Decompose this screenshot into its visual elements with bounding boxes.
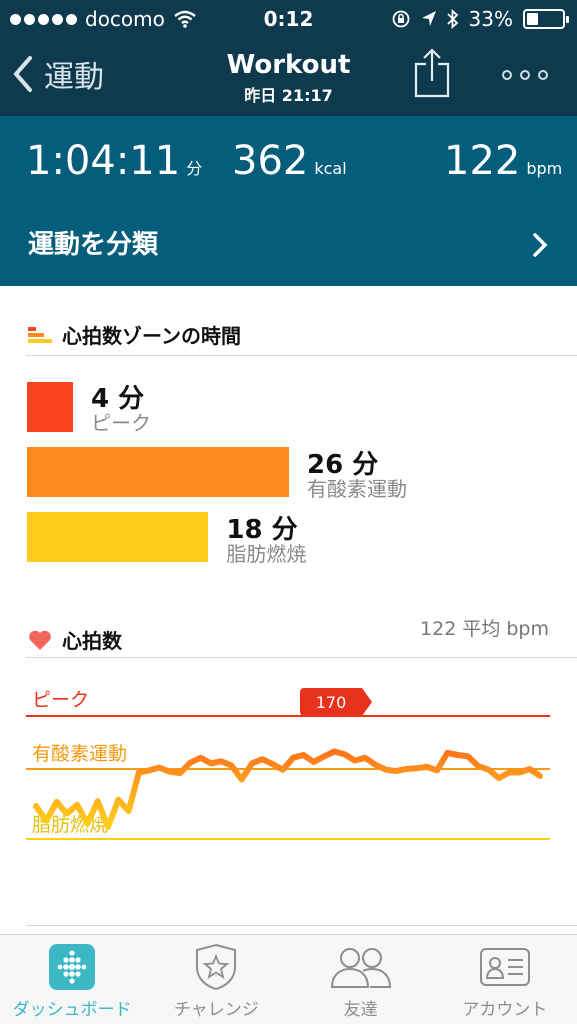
average-heart-rate: 122 平均 bpm	[420, 618, 549, 640]
max-heart-rate-value: 170	[316, 693, 347, 712]
zone-label-cardio: 有酸素運動	[307, 477, 407, 501]
heart-rate-value: 122	[444, 138, 521, 184]
orientation-lock-icon	[392, 10, 409, 28]
calories-stat: 362 kcal	[232, 138, 347, 184]
location-icon	[421, 11, 436, 26]
heart-rate-title: 心拍数	[28, 625, 122, 654]
zone-label-peak: ピーク	[91, 411, 151, 435]
duration-value: 1:04:11	[26, 138, 181, 184]
duration-stat: 1:04:11 分	[26, 138, 202, 184]
heart-rate-unit: bpm	[526, 159, 563, 178]
heart-rate-chart: ピーク 有酸素運動 脂肪燃焼 170	[26, 688, 550, 840]
tab-label-account: アカウント	[462, 1000, 548, 1020]
friends-icon	[330, 948, 391, 988]
zones-title: 心拍数ゾーンの時間	[28, 320, 241, 349]
zones-title-text: 心拍数ゾーンの時間	[62, 324, 241, 348]
page-title: Workout 昨日 21:17	[0, 50, 577, 106]
tab-challenges[interactable]: チャレンジ	[144, 935, 288, 1024]
title-text: Workout	[226, 50, 351, 80]
tab-label-challenges: チャレンジ	[173, 1000, 259, 1020]
tab-account[interactable]: アカウント	[433, 935, 577, 1024]
heart-rate-stat: 122 bpm	[444, 138, 562, 184]
tab-dashboard[interactable]: ダッシュボード	[0, 935, 144, 1024]
calories-unit: kcal	[314, 159, 347, 178]
duration-unit: 分	[186, 159, 203, 178]
tab-bar: ダッシュボード チャレンジ 友達 アカウント	[0, 934, 577, 1024]
divider	[26, 925, 577, 926]
header: docomo 0:12 33% 運動 Workout 昨日 21:17	[0, 0, 577, 116]
max-heart-rate-badge: 170	[300, 688, 372, 716]
battery-icon	[523, 9, 569, 29]
share-button[interactable]	[413, 48, 451, 102]
peak-zone-label: ピーク	[32, 689, 89, 711]
divider	[26, 355, 577, 356]
zone-bar-fatburn	[27, 512, 209, 562]
chevron-right-icon[interactable]	[532, 232, 548, 258]
battery-percent: 33%	[468, 7, 513, 31]
bluetooth-icon	[446, 9, 458, 29]
share-icon	[414, 48, 450, 98]
status-bar: docomo 0:12 33%	[0, 0, 577, 38]
subtitle-text: 昨日 21:17	[244, 86, 333, 105]
challenge-badge-icon	[196, 943, 237, 991]
stats-panel: 1:04:11 分 362 kcal 122 bpm 運動を分類	[0, 116, 577, 286]
tab-label-dashboard: ダッシュボード	[12, 1000, 132, 1020]
zones-icon	[28, 326, 52, 343]
zone-bar-cardio	[27, 447, 289, 497]
cardio-zone-label: 有酸素運動	[32, 743, 127, 765]
calories-value: 362	[232, 138, 309, 184]
zone-bar-peak	[27, 382, 73, 432]
tab-friends[interactable]: 友達	[289, 935, 433, 1024]
account-card-icon	[479, 948, 530, 986]
nav-bar: 運動 Workout 昨日 21:17	[0, 38, 577, 116]
more-button[interactable]	[502, 70, 548, 80]
classify-exercise-button[interactable]: 運動を分類	[28, 224, 158, 261]
heart-icon	[29, 630, 51, 650]
divider	[26, 657, 577, 658]
dashboard-icon	[49, 944, 96, 990]
zone-label-fatburn: 脂肪燃焼	[226, 542, 307, 566]
heart-rate-title-text: 心拍数	[62, 629, 122, 653]
tab-label-friends: 友達	[343, 1000, 378, 1020]
